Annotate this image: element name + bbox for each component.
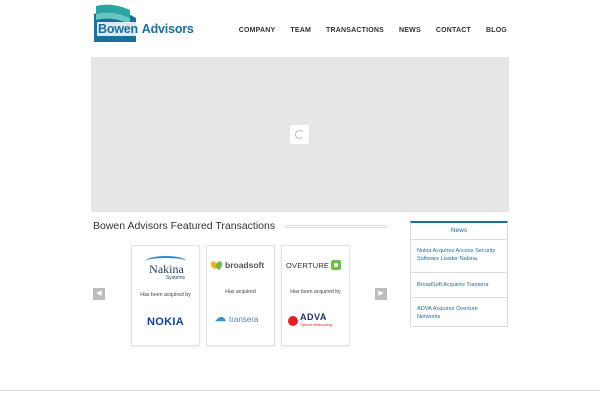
transera-logo-text: transera [229,314,259,324]
carousel-next-button[interactable]: ▶ [375,288,387,300]
news-item[interactable]: BroadSoft Acquires Transera [411,273,507,298]
adva-logo-subtext: Optical Networking [300,323,332,327]
card-caption: Has been acquired by [140,292,191,298]
nav-company[interactable]: COMPANY [239,27,276,34]
transera-cloud-icon: ☁ [215,312,226,324]
nav-transactions[interactable]: TRANSACTIONS [326,27,384,34]
nav-blog[interactable]: BLOG [486,27,507,34]
news-item[interactable]: ADVA Acquires Overture Networks [411,298,507,328]
overture-logo: OVERTURE [286,258,348,272]
featured-transactions-title: Bowen Advisors Featured Transactions [93,220,276,232]
transaction-card-nakina-nokia[interactable]: Nakina Systems Has been acquired by NOKI… [131,245,200,346]
nokia-logo: NOKIA [147,316,184,328]
overture-logo-text: OVERTURE [286,260,330,270]
footer-divider [0,390,600,391]
transaction-card-overture-adva[interactable]: OVERTURE Has been acquired by ADVA Optic… [281,245,350,346]
logo-wordmark[interactable]: Bowen Advisors [97,22,194,36]
nakina-logo: Nakina Systems [140,254,193,282]
logo-word-advisors: Advisors [141,22,194,36]
transaction-card-broadsoft-transera[interactable]: broadsoft Has acquired ☁ transera [206,245,275,346]
title-divider [284,225,387,228]
broadsoft-logo: broadsoft [209,258,273,272]
adva-logo: ADVA Optical Networking [288,312,348,330]
card-caption: Has acquired [225,289,256,295]
adva-circle-icon [288,316,298,326]
main-nav: COMPANY TEAM TRANSACTIONS NEWS CONTACT B… [239,27,507,34]
nakina-logo-subtext: Systems [165,275,185,281]
news-sidebar: News Nokia Acquires Access Security Soft… [410,221,508,327]
nav-contact[interactable]: CONTACT [436,27,471,34]
broadsoft-heart-icon [209,259,224,271]
overture-mark-icon [331,260,342,270]
broadsoft-logo-text: broadsoft [225,260,265,270]
card-caption: Has been acquired by [290,289,341,295]
hero-slider[interactable] [91,57,509,212]
nav-team[interactable]: TEAM [290,27,311,34]
loading-spinner-icon [290,125,309,144]
carousel-prev-button[interactable]: ◀ [93,288,105,300]
adva-logo-text: ADVA [300,312,327,322]
transera-logo: ☁ transera [213,312,273,326]
news-heading: News [411,223,507,240]
logo-word-bowen: Bowen [97,22,139,36]
news-item[interactable]: Nokia Acquires Access Security Software … [411,240,507,273]
nav-news[interactable]: NEWS [399,27,421,34]
